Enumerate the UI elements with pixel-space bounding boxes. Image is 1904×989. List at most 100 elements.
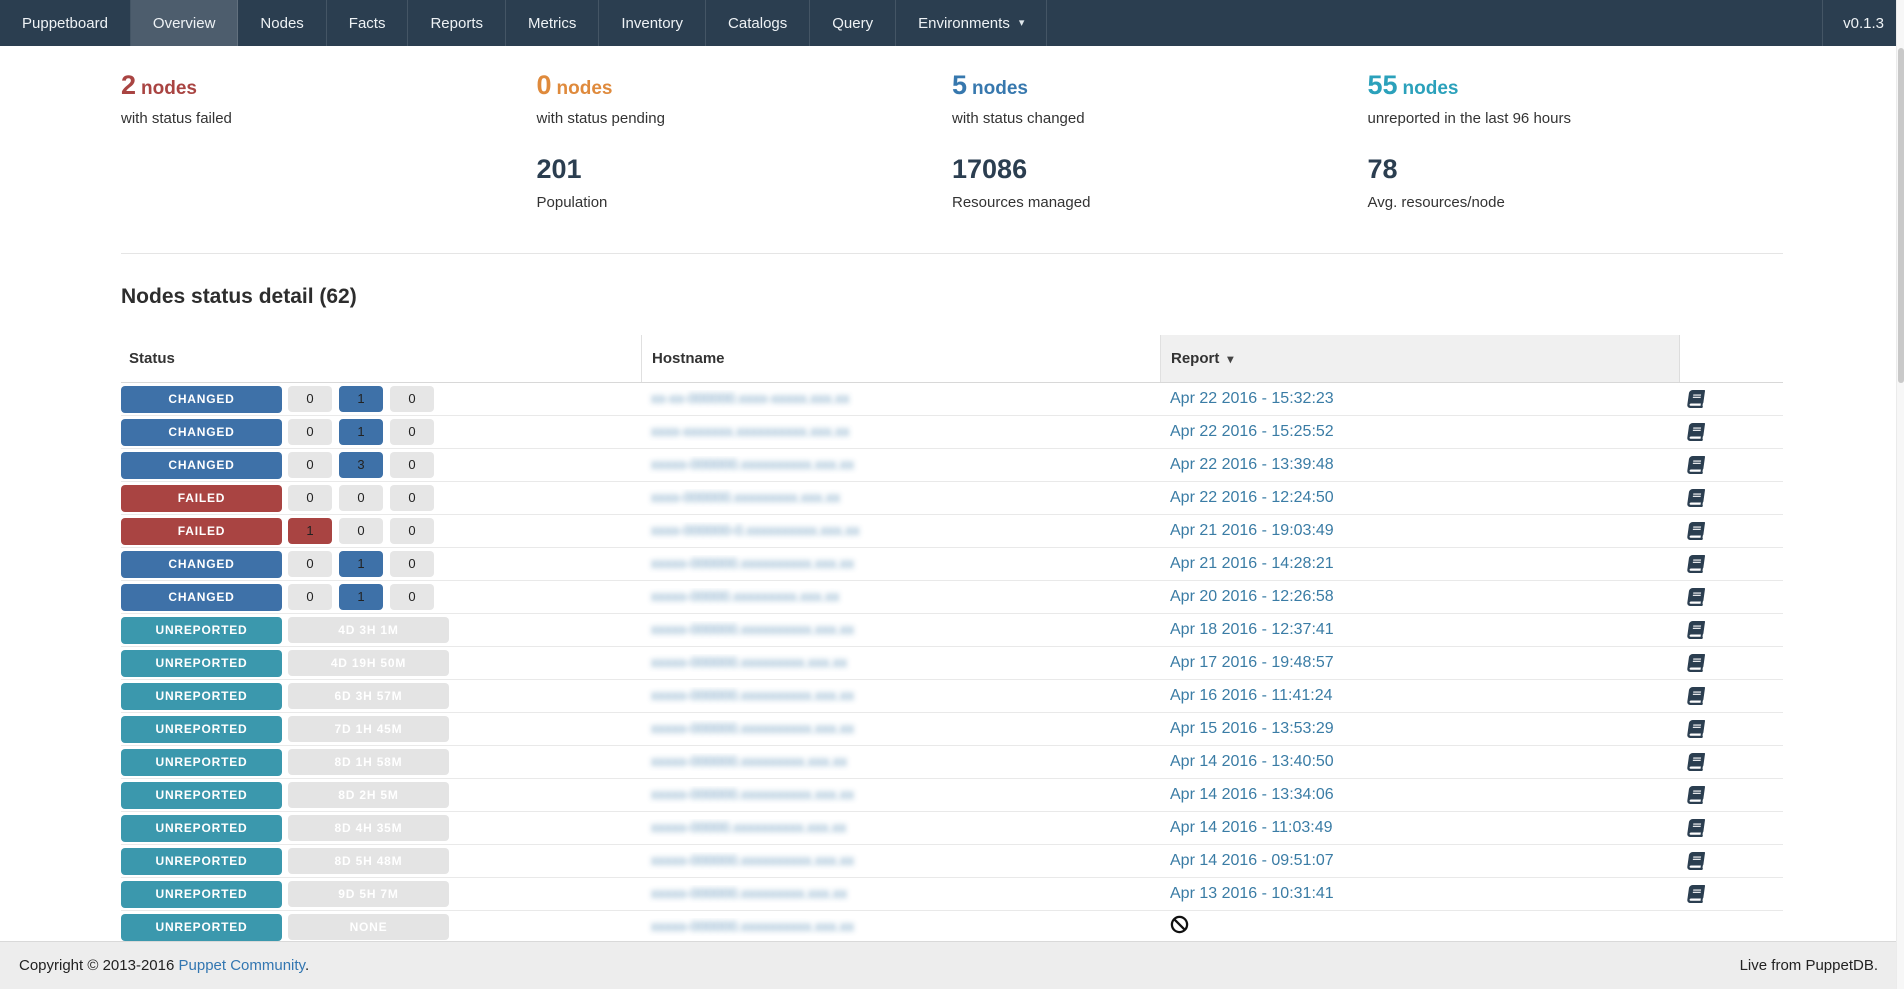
report-date-link[interactable]: Apr 16 2016 - 11:41:24 bbox=[1170, 687, 1333, 705]
hostname-link[interactable]: xxxxx-000000.xxxxxxxxxx.xxx.xx bbox=[651, 720, 854, 736]
hostname-link[interactable]: xxxxx-000000.xxxxxxxxxx.xxx.xx bbox=[651, 621, 854, 637]
report-icon-cell bbox=[1680, 555, 1783, 573]
table-row: CHANGED010xxxx-xxxxxxx.xxxxxxxxxx.xxx.xx… bbox=[121, 416, 1783, 449]
hostname-link[interactable]: xxxxx-000000.xxxxxxxxxx.xxx.xx bbox=[651, 555, 854, 571]
book-icon[interactable] bbox=[1687, 720, 1705, 738]
avg-resources-value: 78 bbox=[1368, 154, 1784, 185]
nav-item-reports[interactable]: Reports bbox=[408, 0, 506, 46]
failed-nodes-stat[interactable]: 2nodes bbox=[121, 70, 197, 101]
hostname-link[interactable]: xxxx-000000-0.xxxxxxxxxx.xxx.xx bbox=[651, 522, 860, 538]
report-date-link[interactable]: Apr 22 2016 - 13:39:48 bbox=[1170, 456, 1334, 474]
nav-item-inventory[interactable]: Inventory bbox=[599, 0, 706, 46]
hostname-cell: xxxxx-000000.xxxxxxxxxx.xxx.xx bbox=[641, 720, 1160, 738]
nav-item-environments[interactable]: Environments▾ bbox=[896, 0, 1047, 46]
book-icon[interactable] bbox=[1687, 522, 1705, 540]
ban-icon bbox=[1170, 915, 1189, 939]
hostname-link[interactable]: xxxxx-000000.xxxxxxxxxx.xxx.xx bbox=[651, 786, 854, 802]
footer-status: Live from PuppetDB. bbox=[1740, 957, 1878, 974]
book-icon[interactable] bbox=[1687, 456, 1705, 474]
report-date-link[interactable]: Apr 14 2016 - 11:03:49 bbox=[1170, 819, 1333, 837]
book-icon[interactable] bbox=[1687, 786, 1705, 804]
report-date-link[interactable]: Apr 18 2016 - 12:37:41 bbox=[1170, 621, 1334, 639]
hostname-link[interactable]: xxxxx-000000.xxxxxxxxx.xxx.xx bbox=[651, 885, 847, 901]
count-badge-changed: 1 bbox=[339, 386, 383, 412]
pending-nodes-stat[interactable]: 0nodes bbox=[537, 70, 613, 101]
count-badge-default: 0 bbox=[390, 419, 434, 445]
book-icon[interactable] bbox=[1687, 390, 1705, 408]
hostname-link[interactable]: xxxxx-000000.xxxxxxxxxx.xxx.xx bbox=[651, 687, 854, 703]
report-icon-cell bbox=[1680, 522, 1783, 540]
nodes-status-table: Status Hostname Report ▾ CHANGED010xx-xx… bbox=[121, 335, 1783, 941]
hostname-link[interactable]: xxxx-000000.xxxxxxxxx.xxx.xx bbox=[651, 489, 840, 505]
report-cell: Apr 14 2016 - 09:51:07 bbox=[1160, 852, 1680, 870]
book-icon[interactable] bbox=[1687, 885, 1705, 903]
report-cell: Apr 22 2016 - 12:24:50 bbox=[1160, 489, 1680, 507]
book-icon[interactable] bbox=[1687, 621, 1705, 639]
report-date-link[interactable]: Apr 14 2016 - 13:34:06 bbox=[1170, 786, 1334, 804]
table-row: UNREPORTED8D 4H 35Mxxxxx-00000.xxxxxxxxx… bbox=[121, 812, 1783, 845]
report-icon-cell bbox=[1680, 786, 1783, 804]
scrollbar[interactable] bbox=[1896, 0, 1904, 989]
nav-item-facts[interactable]: Facts bbox=[327, 0, 409, 46]
book-icon[interactable] bbox=[1687, 654, 1705, 672]
navbar: Puppetboard OverviewNodesFactsReportsMet… bbox=[0, 0, 1904, 46]
hostname-link[interactable]: xxxxx-00000.xxxxxxxxxx.xxx.xx bbox=[651, 819, 846, 835]
book-icon[interactable] bbox=[1687, 819, 1705, 837]
hostname-link[interactable]: xxxx-xxxxxxx.xxxxxxxxxx.xxx.xx bbox=[651, 423, 849, 439]
column-header-report[interactable]: Report ▾ bbox=[1160, 335, 1680, 382]
report-date-link[interactable]: Apr 22 2016 - 15:25:52 bbox=[1170, 423, 1334, 441]
nav-item-metrics[interactable]: Metrics bbox=[506, 0, 599, 46]
report-icon-cell bbox=[1680, 588, 1783, 606]
report-date-link[interactable]: Apr 14 2016 - 09:51:07 bbox=[1170, 852, 1334, 870]
report-cell: Apr 13 2016 - 10:31:41 bbox=[1160, 885, 1680, 903]
report-header-label: Report bbox=[1171, 350, 1219, 367]
report-icon-cell bbox=[1680, 885, 1783, 903]
hostname-link[interactable]: xxxxx-000000.xxxxxxxxxx.xxx.xx bbox=[651, 918, 854, 934]
report-date-link[interactable]: Apr 21 2016 - 14:28:21 bbox=[1170, 555, 1334, 573]
footer: Copyright © 2013-2016 Puppet Community. … bbox=[0, 941, 1904, 989]
hostname-link[interactable]: xx-xx-000000.xxxx-xxxxx.xxx.xx bbox=[651, 390, 849, 406]
count-badge-changed: 3 bbox=[339, 452, 383, 478]
hostname-link[interactable]: xxxxx-000000.xxxxxxxxxx.xxx.xx bbox=[651, 456, 854, 472]
status-badge: CHANGED bbox=[121, 584, 282, 611]
hostname-link[interactable]: xxxxx-000000.xxxxxxxxx.xxx.xx bbox=[651, 654, 847, 670]
nav-item-query[interactable]: Query bbox=[810, 0, 896, 46]
table-row: UNREPORTED4D 3H 1M xxxxx-000000.xxxxxxxxx… bbox=[121, 614, 1783, 647]
book-icon[interactable] bbox=[1687, 588, 1705, 606]
book-icon[interactable] bbox=[1687, 687, 1705, 705]
report-date-link[interactable]: Apr 13 2016 - 10:31:41 bbox=[1170, 885, 1334, 903]
report-icon-cell bbox=[1680, 390, 1783, 408]
nav-item-overview[interactable]: Overview bbox=[131, 0, 239, 46]
report-cell: Apr 22 2016 - 13:39:48 bbox=[1160, 456, 1680, 474]
book-icon[interactable] bbox=[1687, 489, 1705, 507]
nav-item-catalogs[interactable]: Catalogs bbox=[706, 0, 810, 46]
report-date-link[interactable]: Apr 20 2016 - 12:26:58 bbox=[1170, 588, 1334, 606]
book-icon[interactable] bbox=[1687, 753, 1705, 771]
scrollbar-thumb[interactable] bbox=[1898, 48, 1904, 383]
report-icon-cell bbox=[1680, 852, 1783, 870]
report-cell: Apr 17 2016 - 19:48:57 bbox=[1160, 654, 1680, 672]
book-icon[interactable] bbox=[1687, 423, 1705, 441]
report-date-link[interactable]: Apr 21 2016 - 19:03:49 bbox=[1170, 522, 1334, 540]
book-icon[interactable] bbox=[1687, 852, 1705, 870]
column-header-hostname[interactable]: Hostname bbox=[641, 335, 1160, 382]
hostname-link[interactable]: xxxxx-00000.xxxxxxxxx.xxx.xx bbox=[651, 588, 839, 604]
status-badge: CHANGED bbox=[121, 551, 282, 578]
navbar-brand[interactable]: Puppetboard bbox=[0, 0, 131, 46]
report-date-link[interactable]: Apr 22 2016 - 12:24:50 bbox=[1170, 489, 1334, 507]
nav-item-nodes[interactable]: Nodes bbox=[238, 0, 326, 46]
hostname-link[interactable]: xxxxx-000000.xxxxxxxxxx.xxx.xx bbox=[651, 852, 854, 868]
report-date-link[interactable]: Apr 15 2016 - 13:53:29 bbox=[1170, 720, 1334, 738]
count-badge-default: 0 bbox=[390, 518, 434, 544]
puppet-community-link[interactable]: Puppet Community bbox=[179, 957, 305, 974]
status-cell: UNREPORTED4D 3H 1M bbox=[121, 617, 641, 644]
column-header-status[interactable]: Status bbox=[121, 335, 641, 382]
unreported-nodes-stat[interactable]: 55nodes bbox=[1368, 70, 1459, 101]
changed-nodes-stat[interactable]: 5nodes bbox=[952, 70, 1028, 101]
report-date-link[interactable]: Apr 22 2016 - 15:32:23 bbox=[1170, 390, 1334, 408]
status-badge: UNREPORTED bbox=[121, 815, 282, 842]
hostname-link[interactable]: xxxxx-000000.xxxxxxxxx.xxx.xx bbox=[651, 753, 847, 769]
report-date-link[interactable]: Apr 17 2016 - 19:48:57 bbox=[1170, 654, 1334, 672]
report-date-link[interactable]: Apr 14 2016 - 13:40:50 bbox=[1170, 753, 1334, 771]
book-icon[interactable] bbox=[1687, 555, 1705, 573]
